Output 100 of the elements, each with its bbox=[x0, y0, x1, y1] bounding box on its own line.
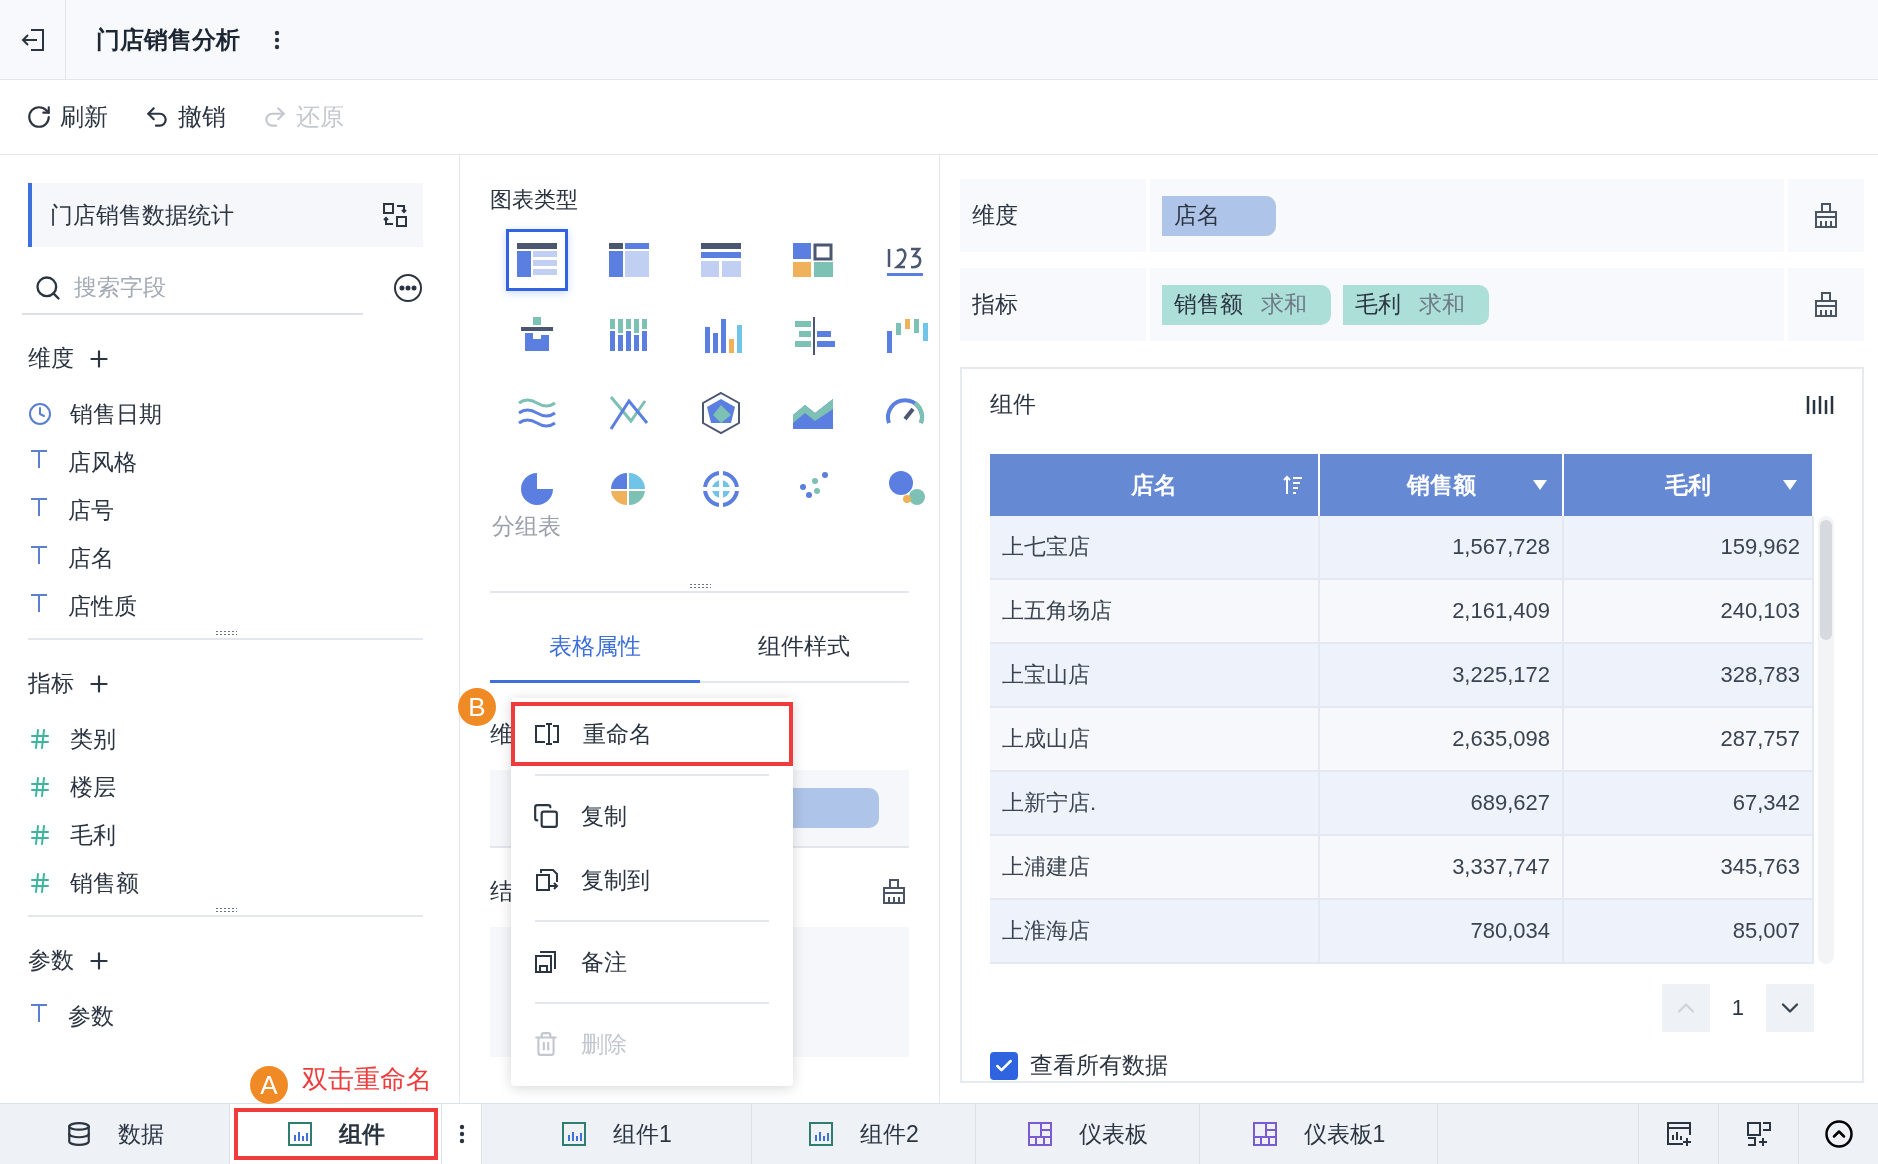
sort-icon[interactable] bbox=[1282, 474, 1304, 496]
table-cell: 287,757 bbox=[1564, 708, 1814, 772]
bar-chart-icon bbox=[808, 1121, 835, 1147]
field-chip[interactable]: 销售额 求和 bbox=[1162, 284, 1331, 325]
table-cell: 67,342 bbox=[1564, 772, 1814, 836]
field-item[interactable]: 店性质 bbox=[68, 590, 137, 622]
bottom-tab[interactable]: 组件1 bbox=[482, 1104, 752, 1164]
more-icon bbox=[458, 1124, 465, 1144]
tab[interactable]: 组件样式 bbox=[699, 613, 909, 683]
database-icon bbox=[65, 1121, 92, 1147]
bottom-tab[interactable]: 组件2 bbox=[752, 1104, 976, 1164]
bars-icon[interactable] bbox=[1806, 393, 1834, 416]
next-page-button[interactable] bbox=[1766, 984, 1814, 1032]
field-item[interactable]: 类别 bbox=[70, 723, 116, 755]
annotation-badge: A bbox=[250, 1066, 288, 1104]
table-cell: 上宝山店 bbox=[990, 644, 1320, 708]
aggregation-label: 求和 bbox=[1261, 290, 1307, 319]
report-title: 门店销售分析 bbox=[96, 24, 240, 55]
table-cell: 85,007 bbox=[1564, 900, 1814, 964]
menu-item[interactable]: 复制 bbox=[511, 784, 793, 848]
scrollbar-thumb[interactable] bbox=[1820, 520, 1832, 640]
grid-layout-icon bbox=[1027, 1121, 1053, 1147]
table-cell: 上成山店 bbox=[990, 708, 1320, 772]
section-title: 结 bbox=[490, 877, 513, 906]
hash-icon bbox=[28, 727, 52, 751]
bottom-tab[interactable]: 仪表板1 bbox=[1200, 1104, 1438, 1164]
widget-title: 组件 bbox=[990, 390, 1036, 419]
grid-layout-icon bbox=[1251, 1121, 1278, 1147]
dataset-name: 门店销售数据统计 bbox=[50, 200, 234, 230]
table-cell: 上淮海店 bbox=[990, 900, 1320, 964]
field-chip[interactable]: 店名 bbox=[1162, 195, 1276, 236]
copy-icon bbox=[533, 803, 559, 829]
section-title: 指标 bbox=[28, 669, 74, 698]
note-icon bbox=[533, 949, 559, 975]
bar-chart-icon bbox=[286, 1121, 313, 1147]
scrollbar[interactable] bbox=[1818, 516, 1834, 964]
dropdown-icon[interactable] bbox=[1532, 479, 1548, 491]
table-cell: 3,225,172 bbox=[1320, 644, 1564, 708]
table-cell: 上浦建店 bbox=[990, 836, 1320, 900]
table-cell: 2,635,098 bbox=[1320, 708, 1564, 772]
add-layout-icon bbox=[1744, 1120, 1773, 1148]
search-field[interactable]: 搜索字段 bbox=[22, 261, 363, 315]
dataset-selector[interactable]: 门店销售数据统计 bbox=[28, 183, 423, 247]
bar-chart-icon bbox=[561, 1121, 588, 1147]
shelf-label: 维度 bbox=[960, 179, 1150, 252]
table-cell: 345,763 bbox=[1564, 836, 1814, 900]
checkbox[interactable] bbox=[990, 1051, 1018, 1080]
table-cell: 2,161,409 bbox=[1320, 580, 1564, 644]
switch-icon[interactable] bbox=[381, 201, 409, 229]
rename-icon bbox=[533, 721, 561, 747]
bottom-tab[interactable]: 组件 bbox=[230, 1104, 442, 1164]
field-item[interactable]: 店风格 bbox=[68, 446, 137, 478]
checkbox-label: 查看所有数据 bbox=[1030, 1051, 1168, 1080]
shelf-label: 指标 bbox=[960, 268, 1150, 341]
refresh-icon bbox=[26, 104, 52, 130]
toolbar-button[interactable]: 刷新 bbox=[26, 101, 108, 133]
table-cell: 780,034 bbox=[1320, 900, 1564, 964]
menu-item[interactable]: 复制到 bbox=[511, 848, 793, 912]
table-cell: 159,962 bbox=[1564, 516, 1814, 580]
field-item[interactable]: 店名 bbox=[68, 542, 114, 574]
field-chip[interactable]: 毛利 求和 bbox=[1343, 284, 1489, 325]
field-item[interactable]: 参数 bbox=[68, 1000, 114, 1032]
table-cell: 328,783 bbox=[1564, 644, 1814, 708]
field-item[interactable]: 楼层 bbox=[70, 771, 116, 803]
hash-icon bbox=[28, 823, 52, 847]
menu-item[interactable]: 重命名 bbox=[511, 702, 793, 766]
field-item[interactable]: 毛利 bbox=[70, 819, 116, 851]
section-title: 参数 bbox=[28, 946, 74, 975]
chart-type-button[interactable] bbox=[506, 229, 568, 291]
clock-icon bbox=[28, 402, 52, 426]
table-cell: 上五角场店 bbox=[990, 580, 1320, 644]
more-options-icon[interactable] bbox=[393, 273, 423, 303]
page-number: 1 bbox=[1731, 995, 1744, 1021]
field-item[interactable]: 店号 bbox=[68, 494, 114, 526]
trash-icon bbox=[533, 1031, 559, 1057]
more-icon bbox=[274, 29, 280, 50]
dropdown-icon[interactable] bbox=[1782, 479, 1798, 491]
toolbar-button[interactable]: 撤销 bbox=[144, 101, 226, 133]
section-title: 图表类型 bbox=[490, 186, 579, 214]
table-cell: 240,103 bbox=[1564, 580, 1814, 644]
field-item[interactable]: 销售额 bbox=[70, 867, 139, 899]
undo-icon bbox=[144, 104, 170, 130]
bottom-tab[interactable]: 仪表板 bbox=[976, 1104, 1200, 1164]
table-cell: 3,337,747 bbox=[1320, 836, 1564, 900]
table-cell: 上新宁店. bbox=[990, 772, 1320, 836]
hash-icon bbox=[28, 871, 52, 895]
section-title: 维度 bbox=[28, 344, 74, 373]
redo-icon bbox=[262, 104, 288, 130]
table-cell: 1,567,728 bbox=[1320, 516, 1564, 580]
tab[interactable]: 表格属性 bbox=[490, 613, 700, 683]
annotation-text: 双击重命名 bbox=[302, 1063, 432, 1096]
add-chart-icon bbox=[1664, 1120, 1693, 1148]
aggregation-label: 求和 bbox=[1419, 290, 1465, 319]
table-cell: 上七宝店 bbox=[990, 516, 1320, 580]
copy-to-icon bbox=[533, 867, 559, 893]
menu-item[interactable]: 备注 bbox=[511, 930, 793, 994]
table-cell: 689,627 bbox=[1320, 772, 1564, 836]
chevron-up-circle-icon bbox=[1823, 1119, 1854, 1149]
field-item[interactable]: 销售日期 bbox=[70, 398, 162, 430]
search-icon bbox=[34, 274, 62, 302]
